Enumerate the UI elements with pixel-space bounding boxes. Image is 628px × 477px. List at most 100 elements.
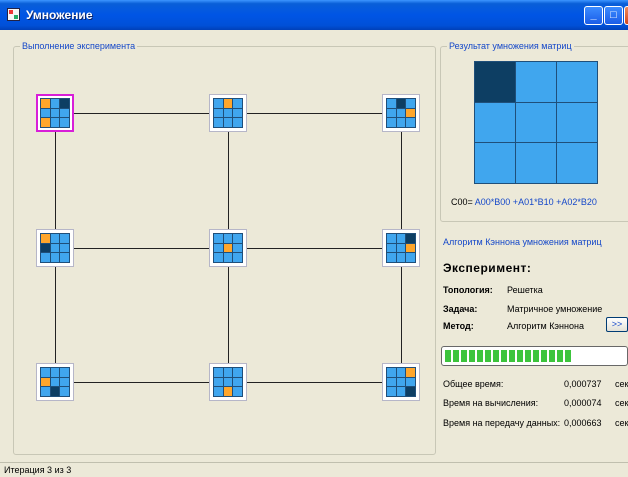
node-cell xyxy=(223,99,233,108)
compute-time-value: 0,000074 xyxy=(564,398,602,408)
node-cell xyxy=(41,234,50,243)
progress-bar xyxy=(441,346,628,366)
task-label: Задача: xyxy=(443,304,478,314)
transfer-time-label: Время на передачу данных: xyxy=(443,418,561,428)
result-cell xyxy=(557,62,597,102)
node-cell xyxy=(396,234,406,243)
node-cell xyxy=(41,108,50,118)
status-text: Итерация 3 из 3 xyxy=(4,465,72,475)
node-cell xyxy=(223,234,233,243)
maximize-button[interactable]: □ xyxy=(604,6,623,25)
experiment-title: Эксперимент: xyxy=(443,261,532,275)
node-cell xyxy=(223,377,233,387)
node-cell xyxy=(214,377,223,387)
formula-rhs: A00*B00 +A01*B10 +A02*B20 xyxy=(474,197,597,207)
node-cell xyxy=(223,118,233,127)
node-cell xyxy=(233,108,242,118)
node-cell xyxy=(406,118,415,127)
result-cell xyxy=(475,62,515,102)
method-label: Метод: xyxy=(443,321,474,331)
minimize-button[interactable]: _ xyxy=(584,6,603,25)
node-cell xyxy=(387,253,396,262)
formula-lhs: C00= xyxy=(451,197,475,207)
result-cell xyxy=(516,62,556,102)
task-value: Матричное умножение xyxy=(507,304,603,314)
transfer-time-unit: сек xyxy=(615,418,628,428)
node-cell xyxy=(233,99,242,108)
total-time-unit: сек xyxy=(615,379,628,389)
node-cell xyxy=(233,387,242,396)
result-cell xyxy=(475,102,515,143)
processor-node[interactable] xyxy=(209,94,247,132)
node-cell xyxy=(60,387,69,396)
node-cell xyxy=(387,243,396,253)
processor-node[interactable] xyxy=(36,363,74,401)
node-cell xyxy=(41,243,50,253)
node-cell xyxy=(396,118,406,127)
node-cell xyxy=(396,99,406,108)
node-cell xyxy=(60,243,69,253)
node-cell xyxy=(406,243,415,253)
processor-node[interactable] xyxy=(382,363,420,401)
node-cell xyxy=(406,253,415,262)
node-cell xyxy=(406,99,415,108)
node-cell xyxy=(223,387,233,396)
progress-fill xyxy=(445,350,573,362)
node-cell xyxy=(406,108,415,118)
method-value: Алгоритм Кэннона xyxy=(507,321,584,331)
node-cell xyxy=(50,243,60,253)
node-cell xyxy=(41,387,50,396)
experiment-group-caption: Выполнение эксперимента xyxy=(20,41,138,51)
node-cell xyxy=(387,368,396,377)
node-cell xyxy=(60,99,69,108)
result-group-caption: Результат умножения матриц xyxy=(447,41,574,51)
processor-node[interactable] xyxy=(382,229,420,267)
node-cell xyxy=(233,234,242,243)
algorithm-link[interactable]: Алгоритм Кэннона умножения матриц xyxy=(443,237,602,247)
processor-node[interactable] xyxy=(209,363,247,401)
total-time-label: Общее время: xyxy=(443,379,504,389)
result-cell xyxy=(557,143,597,183)
node-cell xyxy=(50,99,60,108)
node-cell xyxy=(396,377,406,387)
node-cell xyxy=(387,234,396,243)
node-cell xyxy=(214,234,223,243)
result-cell xyxy=(516,102,556,143)
node-cell xyxy=(41,368,50,377)
node-cell xyxy=(41,99,50,108)
node-cell xyxy=(50,118,60,127)
node-cell xyxy=(214,387,223,396)
transfer-time-value: 0,000663 xyxy=(564,418,602,428)
node-cell xyxy=(60,108,69,118)
node-cell xyxy=(223,253,233,262)
node-cell xyxy=(223,368,233,377)
node-cell xyxy=(41,118,50,127)
node-cell xyxy=(223,108,233,118)
result-cell xyxy=(516,143,556,183)
compute-time-unit: сек xyxy=(615,398,628,408)
node-cell xyxy=(396,243,406,253)
next-step-button[interactable]: >> xyxy=(606,317,628,332)
node-cell xyxy=(60,234,69,243)
processor-node[interactable] xyxy=(36,229,74,267)
topology-value: Решетка xyxy=(507,285,543,295)
status-bar: Итерация 3 из 3 xyxy=(0,462,628,477)
node-cell xyxy=(406,368,415,377)
processor-node[interactable] xyxy=(209,229,247,267)
node-cell xyxy=(214,243,223,253)
processor-node[interactable] xyxy=(36,94,74,132)
node-cell xyxy=(41,377,50,387)
node-cell xyxy=(387,99,396,108)
node-cell xyxy=(223,243,233,253)
node-cell xyxy=(60,368,69,377)
title-bar[interactable]: Умножение _ □ ✕ xyxy=(0,0,628,30)
result-formula: C00= A00*B00 +A01*B10 +A02*B20 xyxy=(451,197,597,207)
node-cell xyxy=(50,108,60,118)
node-cell xyxy=(387,387,396,396)
processor-node[interactable] xyxy=(382,94,420,132)
node-cell xyxy=(233,377,242,387)
node-cell xyxy=(406,234,415,243)
close-button[interactable]: ✕ xyxy=(624,6,628,25)
node-cell xyxy=(50,377,60,387)
result-cell xyxy=(475,143,515,183)
